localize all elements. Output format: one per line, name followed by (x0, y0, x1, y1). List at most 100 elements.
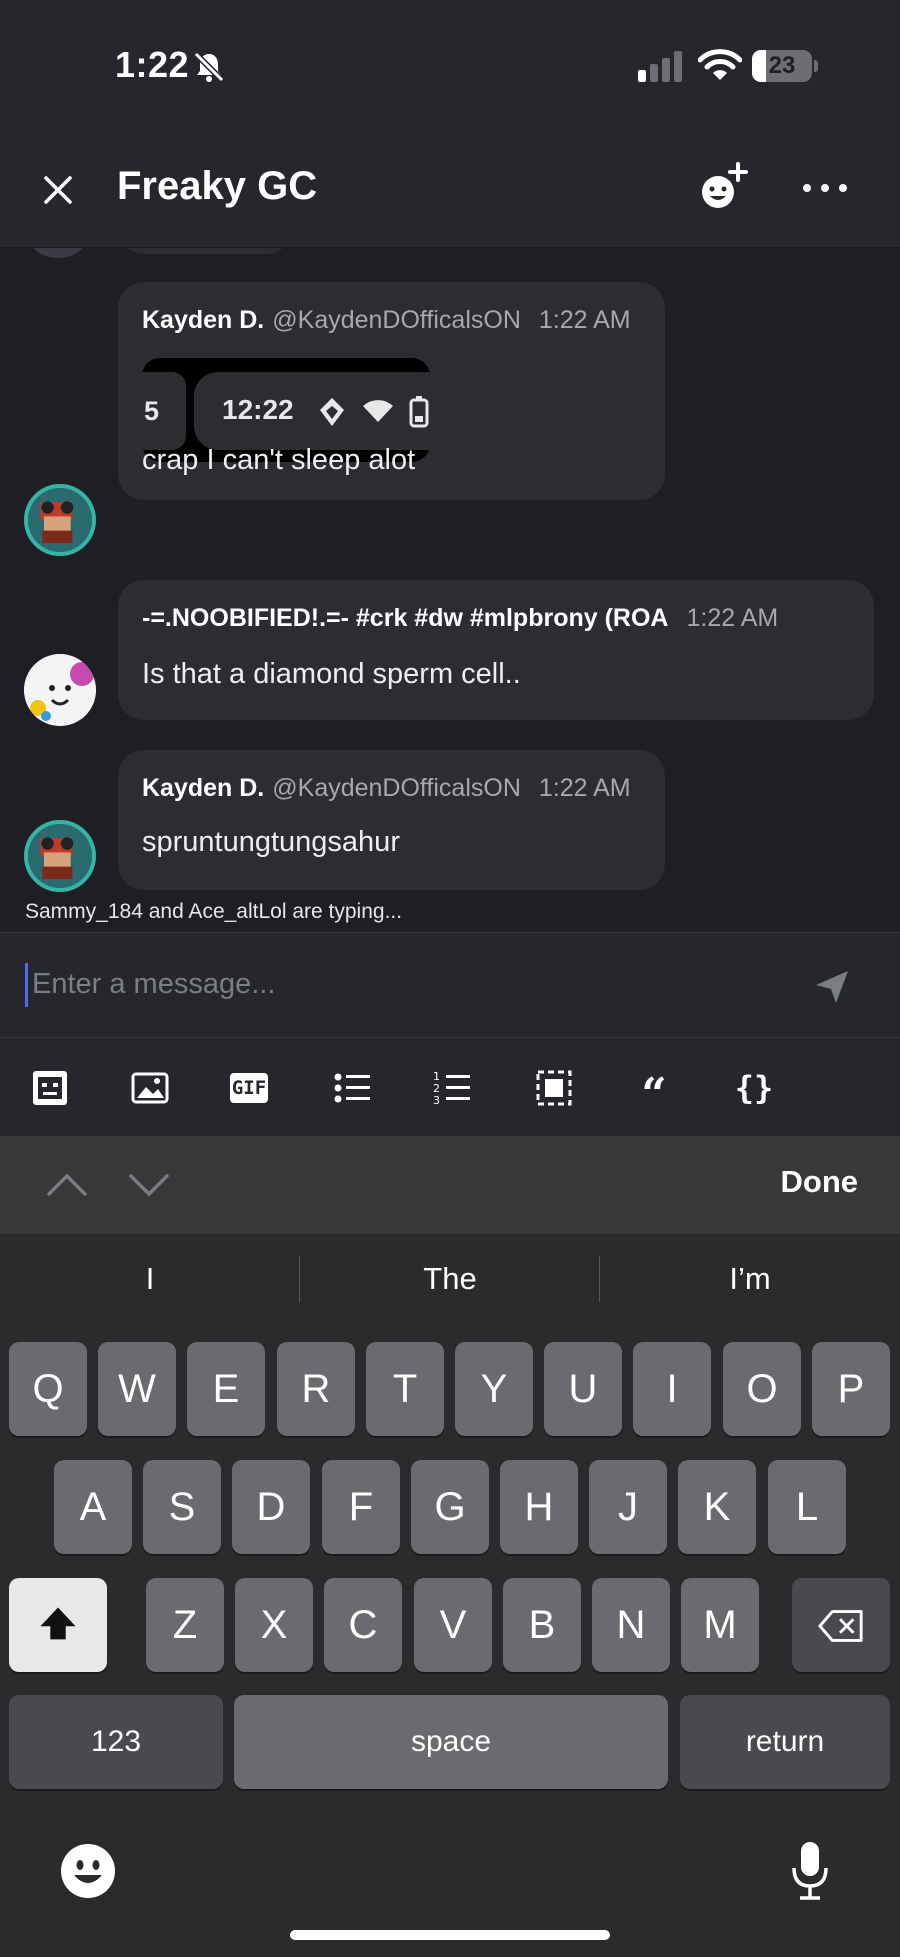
space-key[interactable]: space (234, 1695, 668, 1789)
key-h[interactable]: H (500, 1460, 578, 1554)
page-title: Freaky GC (117, 164, 318, 208)
predictive-bar: I The I’m (0, 1234, 900, 1324)
close-icon[interactable] (38, 170, 78, 210)
key-m[interactable]: M (681, 1578, 759, 1672)
avatar[interactable] (30, 248, 86, 258)
message-list[interactable]: Kayden D. @KaydenDOfficalsON 1:22 AM 5 12:… (0, 248, 900, 932)
shift-key[interactable] (9, 1578, 107, 1672)
key-r[interactable]: R (277, 1342, 355, 1436)
keyboard-accessory-bar: Done (0, 1136, 900, 1234)
key-t[interactable]: T (366, 1342, 444, 1436)
battery-level: 23 (768, 52, 796, 79)
message-bubble[interactable]: Kayden D. @KaydenDOfficalsON 1:22 AM sprun… (118, 750, 665, 890)
avatar[interactable] (24, 654, 96, 726)
key-e[interactable]: E (187, 1342, 265, 1436)
sticker-icon[interactable] (30, 1068, 70, 1108)
message-time: 1:22 AM (538, 774, 631, 802)
key-y[interactable]: Y (455, 1342, 533, 1436)
emoji-icon[interactable] (60, 1843, 116, 1899)
key-i[interactable]: I (633, 1342, 711, 1436)
suggestion[interactable]: I’m (600, 1234, 900, 1324)
attachment-text: 5 (142, 372, 186, 450)
battery-icon (409, 396, 429, 428)
key-v[interactable]: V (414, 1578, 492, 1672)
key-b[interactable]: B (503, 1578, 581, 1672)
key-o[interactable]: O (723, 1342, 801, 1436)
key-z[interactable]: Z (146, 1578, 224, 1672)
add-member-icon[interactable] (696, 160, 752, 216)
quote-icon[interactable]: “ (634, 1068, 674, 1120)
text-cursor (25, 963, 28, 1007)
key-s[interactable]: S (143, 1460, 221, 1554)
code-icon[interactable]: {} (734, 1068, 774, 1108)
key-p[interactable]: P (812, 1342, 890, 1436)
message-author[interactable]: -=.NOOBIFIED!.=- #crk #dw #mlpbrony (ROA (142, 604, 668, 632)
avatar[interactable] (24, 484, 96, 556)
key-n[interactable]: N (592, 1578, 670, 1672)
message-bubble[interactable] (120, 248, 290, 254)
suggestion[interactable]: The (300, 1234, 600, 1324)
message-input[interactable] (32, 959, 792, 1009)
message-bubble[interactable]: Kayden D. @KaydenDOfficalsON 1:22 AM 5 12:… (118, 282, 665, 500)
avatar[interactable] (24, 820, 96, 892)
home-indicator (290, 1930, 610, 1940)
key-k[interactable]: K (678, 1460, 756, 1554)
signal-icon (638, 51, 682, 82)
status-time: 1:22 (115, 44, 190, 85)
key-w[interactable]: W (98, 1342, 176, 1436)
message-author[interactable]: Kayden D. (142, 774, 264, 802)
message-time: 1:22 AM (686, 604, 779, 632)
formatting-toolbar: GIF 1 2 3 “ {} (0, 1038, 900, 1136)
attachment-time: 12:22 (222, 394, 294, 425)
send-icon[interactable] (814, 969, 850, 1005)
chevron-up-icon[interactable] (45, 1166, 89, 1202)
message-composer (0, 932, 900, 1038)
backspace-icon (818, 1610, 863, 1642)
chevron-down-icon[interactable] (127, 1166, 171, 1202)
message-text: spruntungtungsahur (142, 826, 400, 858)
key-q[interactable]: Q (9, 1342, 87, 1436)
done-button[interactable]: Done (781, 1164, 859, 1200)
svg-text:3: 3 (433, 1094, 440, 1107)
key-c[interactable]: C (324, 1578, 402, 1672)
gif-label: GIF (230, 1073, 268, 1103)
gif-icon[interactable]: GIF (230, 1068, 270, 1108)
spoiler-icon[interactable] (534, 1068, 574, 1108)
diamond-icon (320, 398, 344, 426)
message-author[interactable]: Kayden D. (142, 306, 264, 334)
microphone-icon[interactable] (790, 1840, 830, 1902)
wifi-icon (698, 49, 742, 80)
key-j[interactable]: J (589, 1460, 667, 1554)
battery-indicator: 23 (752, 50, 818, 82)
numbers-key[interactable]: 123 (9, 1695, 223, 1789)
more-icon[interactable] (800, 178, 850, 198)
key-l[interactable]: L (768, 1460, 846, 1554)
message-text: Is that a diamond sperm cell.. (142, 658, 521, 690)
message-handle: @KaydenDOfficalsON (272, 774, 521, 802)
suggestion[interactable]: I (0, 1234, 300, 1324)
numbered-list-icon[interactable]: 1 2 3 (432, 1068, 472, 1108)
message-header: Kayden D. @KaydenDOfficalsON 1:22 AM (142, 306, 631, 335)
message-handle: @KaydenDOfficalsON (272, 306, 521, 334)
key-d[interactable]: D (232, 1460, 310, 1554)
message-bubble[interactable]: -=.NOOBIFIED!.=- #crk #dw #mlpbrony (ROA… (118, 580, 874, 720)
message-text: crap I can't sleep alot (142, 444, 416, 476)
return-key[interactable]: return (680, 1695, 890, 1789)
key-x[interactable]: X (235, 1578, 313, 1672)
message-time: 1:22 AM (538, 306, 631, 334)
image-icon[interactable] (130, 1068, 170, 1108)
key-g[interactable]: G (411, 1460, 489, 1554)
key-u[interactable]: U (544, 1342, 622, 1436)
wifi-icon (363, 400, 393, 422)
message-header: Kayden D. @KaydenDOfficalsON 1:22 AM (142, 774, 631, 803)
key-a[interactable]: A (54, 1460, 132, 1554)
bell-slash-icon (193, 51, 225, 83)
backspace-key[interactable] (792, 1578, 890, 1672)
bullet-list-icon[interactable] (332, 1068, 372, 1108)
status-bar: 1:22 23 (0, 0, 900, 130)
key-f[interactable]: F (322, 1460, 400, 1554)
message-header: -=.NOOBIFIED!.=- #crk #dw #mlpbrony (ROA… (142, 604, 778, 633)
chat-header: Freaky GC (0, 130, 900, 248)
typing-indicator: Sammy_184 and Ace_altLol are typing... (25, 900, 403, 923)
shift-icon (40, 1607, 76, 1640)
